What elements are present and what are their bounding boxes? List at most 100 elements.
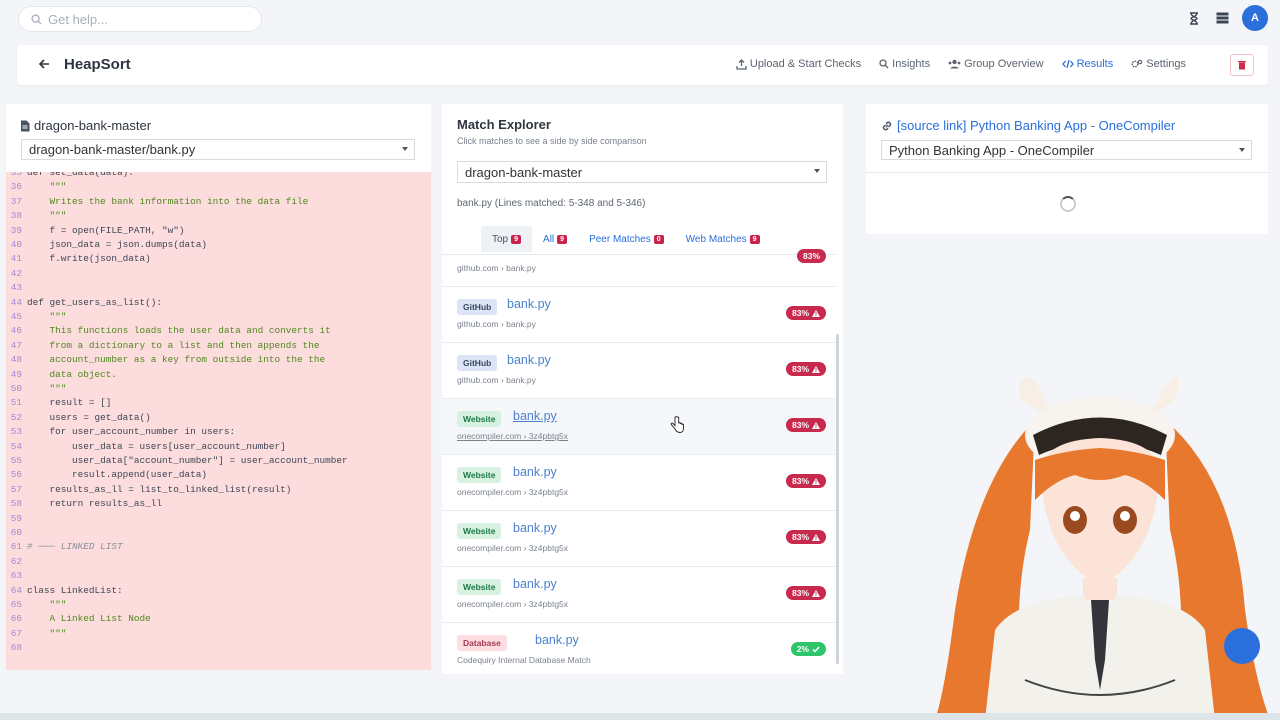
match-file-link[interactable]: bank.py — [535, 633, 579, 647]
code-text: """ — [27, 599, 67, 610]
code-text: This functions loads the user data and c… — [27, 325, 331, 337]
match-row[interactable]: Website bank.py onecompiler.com › 3z4pbtg5… — [442, 511, 836, 567]
line-number: 60 — [10, 527, 22, 538]
delete-button[interactable] — [1230, 54, 1254, 76]
similarity-badge: 83% — [785, 362, 826, 376]
line-number: 66 — [10, 613, 22, 625]
line-number: 36 — [10, 181, 22, 193]
match-row[interactable]: Website bank.py onecompiler.com › 3z4pbtg5… — [442, 399, 836, 455]
line-number: 56 — [10, 469, 22, 481]
hourglass-icon[interactable] — [1186, 10, 1202, 26]
match-source: onecompiler.com › 3z4pbtg5x — [457, 431, 569, 441]
line-number: 52 — [10, 411, 22, 423]
source-select[interactable]: Python Banking App - OneCompiler — [881, 140, 1252, 160]
code-line: 40 json_data = json.dumps(data) — [6, 238, 207, 252]
match-row[interactable]: GitHub bank.py github.com › bank.py 83% — [442, 287, 836, 343]
line-number: 53 — [10, 426, 22, 438]
file-select-value: dragon-bank-master/bank.py — [29, 142, 196, 157]
loading-spinner-icon — [1060, 196, 1076, 212]
source-type-badge: Website — [457, 579, 502, 595]
code-line: 42 — [6, 267, 27, 281]
line-number: 67 — [10, 627, 22, 639]
similarity-badge: 2% — [790, 642, 826, 656]
match-list-scrollbar[interactable] — [836, 254, 840, 674]
source-select-value: Python Banking App - OneCompiler — [889, 142, 1095, 158]
warning-icon — [812, 421, 820, 429]
source-type-badge: GitHub — [457, 299, 498, 315]
floating-action-button[interactable] — [1224, 628, 1260, 664]
source-link[interactable]: [source link] Python Banking App - OneCo… — [881, 118, 1175, 133]
code-line: 46 This functions loads the user data an… — [6, 324, 331, 338]
help-search-input[interactable] — [48, 11, 248, 27]
match-file-link[interactable]: bank.py — [513, 409, 557, 423]
pane-title: dragon-bank-master — [20, 118, 151, 133]
match-source: onecompiler.com › 3z4pbtg5x — [457, 487, 569, 497]
code-text: """ — [27, 627, 67, 639]
match-row[interactable]: Database bank.py Codequiry Internal Databa… — [442, 623, 836, 674]
match-explorer-pane: Match Explorer Click matches to see a si… — [442, 104, 843, 674]
pane-title: Match Explorer — [457, 117, 551, 132]
line-number: 40 — [10, 239, 22, 250]
trash-icon — [1238, 61, 1246, 70]
match-file-link[interactable]: bank.py — [507, 297, 551, 311]
match-source: Codequiry Internal Database Match — [457, 655, 591, 665]
source-type-badge: Website — [457, 523, 502, 539]
scrollbar-thumb[interactable] — [836, 334, 839, 664]
bottom-strip — [0, 713, 1280, 720]
match-file-link[interactable]: bank.py — [513, 577, 557, 591]
code-text: """ — [27, 181, 67, 193]
similarity-badge: 83% — [785, 530, 826, 544]
code-text: json_data = json.dumps(data) — [27, 239, 208, 250]
code-line: 68 — [6, 641, 27, 655]
header-nav: Upload & Start Checks Insights Group Ove… — [736, 58, 1186, 70]
back-arrow-icon[interactable] — [37, 57, 53, 73]
match-file-link[interactable]: bank.py — [513, 521, 557, 535]
match-row[interactable]: Website bank.py onecompiler.com › 3z4pbtg5… — [442, 567, 836, 623]
code-text: def set_data(data): — [27, 172, 134, 178]
code-line: 38 """ — [6, 209, 67, 223]
match-row-partial[interactable]: github.com › bank.py 83% — [442, 235, 836, 287]
search-icon — [879, 59, 889, 69]
source-type-badge: Website — [457, 411, 502, 427]
similarity-value: 2% — [796, 644, 809, 654]
line-number: 39 — [10, 224, 22, 236]
line-number: 43 — [10, 282, 22, 294]
repo-name: dragon-bank-master — [34, 118, 152, 133]
warning-icon — [812, 477, 820, 485]
line-number: 46 — [10, 325, 22, 337]
similarity-badge: 83% — [785, 474, 826, 488]
nav-label: Results — [1076, 58, 1114, 70]
server-icon[interactable] — [1214, 10, 1230, 26]
match-row[interactable]: GitHub bank.py github.com › bank.py 83% — [442, 343, 836, 399]
code-line: 53 for user_account_number in users: — [6, 425, 235, 439]
similarity-value: 83% — [802, 251, 820, 261]
line-number: 49 — [10, 368, 22, 380]
match-file-link[interactable]: bank.py — [513, 465, 557, 479]
match-row[interactable]: Website bank.py onecompiler.com › 3z4pbtg5… — [442, 455, 836, 511]
code-line: 47 from a dictionary to a list and then … — [6, 339, 320, 353]
nav-settings[interactable]: Settings — [1131, 58, 1186, 70]
line-number: 47 — [10, 339, 22, 351]
similarity-badge: 83% — [785, 306, 826, 320]
nav-insights[interactable]: Insights — [879, 58, 930, 70]
link-icon — [882, 121, 892, 130]
user-avatar[interactable]: A — [1242, 5, 1268, 31]
help-search[interactable] — [18, 6, 262, 32]
nav-upload-start-checks[interactable]: Upload & Start Checks — [736, 58, 861, 70]
code-line: 61 # ─── LINKED LIST — [6, 540, 123, 554]
line-number: 35 — [10, 172, 22, 178]
code-text: result.append(user_data) — [27, 469, 208, 481]
chevron-down-icon — [814, 169, 820, 173]
file-select[interactable]: dragon-bank-master/bank.py — [21, 139, 415, 160]
similarity-value: 83% — [791, 420, 809, 430]
chevron-down-icon — [1239, 148, 1245, 152]
chevron-down-icon — [402, 147, 408, 151]
line-number: 42 — [10, 267, 22, 279]
repo-select[interactable]: dragon-bank-master — [457, 161, 827, 183]
nav-group-overview[interactable]: Group Overview — [948, 58, 1044, 70]
nav-results[interactable]: Results — [1061, 58, 1114, 70]
match-file-link[interactable]: bank.py — [507, 353, 551, 367]
code-line: 37 Writes the bank information into the … — [6, 195, 309, 209]
code-line: 44 def get_users_as_list(): — [6, 296, 162, 310]
code-line: 57 results_as_ll = list_to_linked_list(r… — [6, 483, 292, 497]
